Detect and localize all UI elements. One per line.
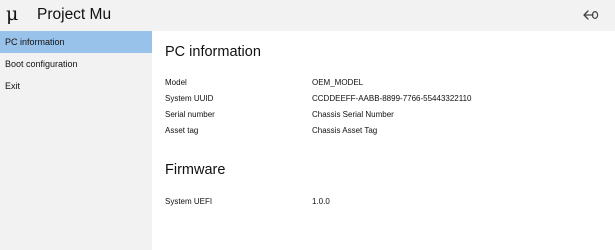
title-bar: μ Project Mu [0,0,615,31]
sidebar-item-label: Exit [5,81,21,91]
system-uefi-label: System UEFI [165,197,213,206]
model-label: Model [165,78,187,87]
back-arrow-icon[interactable] [583,8,599,22]
sidebar-item-label: Boot configuration [5,59,78,69]
sidebar-item-pc-information[interactable]: PC information [0,31,152,53]
app-title: Project Mu [37,6,112,23]
sidebar-item-boot-configuration[interactable]: Boot configuration [0,53,152,75]
sidebar-item-exit[interactable]: Exit [0,75,152,97]
system-uuid-value: CCDDEEFF-AABB-8899-7766-55443322110 [312,94,472,103]
model-value: OEM_MODEL [312,78,364,87]
asset-tag-value: Chassis Asset Tag [312,126,378,135]
main-content: PC information Model OEM_MODEL System UU… [152,31,615,250]
sidebar: PC information Boot configuration Exit [0,31,152,250]
pc-information-heading: PC information [165,44,261,60]
system-uuid-label: System UUID [165,94,214,103]
mu-logo: μ [6,3,19,25]
serial-number-label: Serial number [165,110,215,119]
system-uefi-value: 1.0.0 [312,197,330,206]
serial-number-value: Chassis Serial Number [312,110,394,119]
asset-tag-label: Asset tag [165,126,199,135]
sidebar-item-label: PC information [5,37,65,47]
firmware-heading: Firmware [165,162,226,178]
app-window: μ Project Mu PC information Boot configu… [0,0,615,250]
